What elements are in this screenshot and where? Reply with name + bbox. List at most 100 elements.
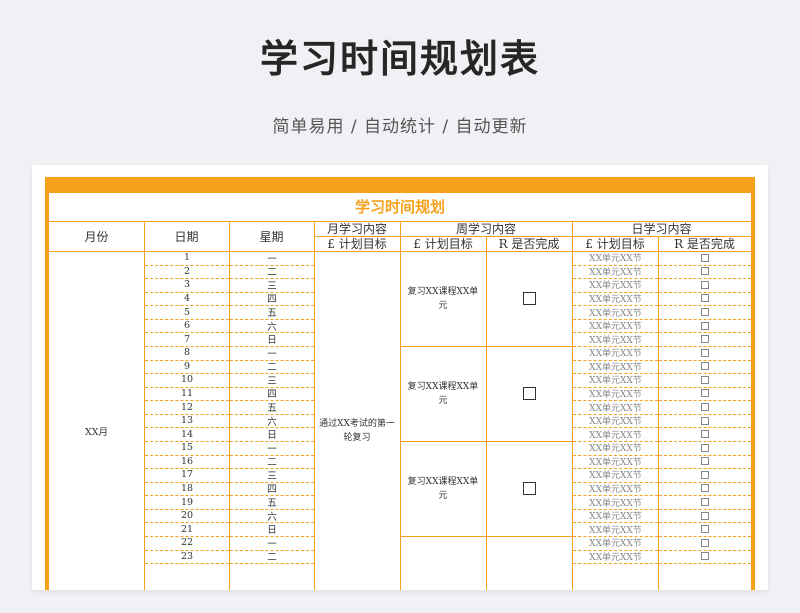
daily-done-cell[interactable]	[659, 455, 751, 469]
header-monthly-goal: £ 计划目标	[327, 237, 387, 251]
header-monthly: 月学习内容	[326, 222, 387, 236]
daily-goal-cell: XX单元XX节	[589, 322, 642, 333]
month-cell: XX月	[84, 427, 109, 438]
daily-done-cell[interactable]	[659, 414, 751, 428]
checkbox[interactable]	[701, 267, 709, 276]
header-daily: 日学习内容	[631, 222, 692, 236]
weekly-done-cell-2[interactable]	[486, 346, 572, 441]
date-cell: 16	[180, 455, 194, 467]
row-divider	[145, 563, 229, 565]
weekday-cell: 一	[267, 253, 277, 265]
checkbox[interactable]	[701, 321, 709, 330]
daily-done-cell[interactable]	[659, 441, 751, 455]
date-cell: 1	[183, 252, 191, 264]
date-cell: 15	[180, 442, 194, 454]
checkbox[interactable]	[701, 538, 709, 547]
daily-goal-cell: XX单元XX节	[589, 389, 642, 400]
checkbox[interactable]	[701, 362, 709, 371]
daily-goal-cell: XX单元XX节	[589, 552, 642, 563]
date-cell: 6	[183, 320, 191, 332]
sheet-title: 学习时间规划	[354, 198, 445, 216]
daily-goal-cell: XX单元XX节	[589, 376, 642, 387]
date-cell: 8	[183, 347, 191, 359]
daily-done-cell[interactable]	[659, 346, 751, 360]
checkbox[interactable]	[701, 470, 709, 479]
date-cell: 10	[180, 374, 194, 386]
checkbox[interactable]	[701, 280, 709, 289]
daily-goal-cell: XX单元XX节	[589, 539, 642, 550]
date-cell: 23	[180, 550, 194, 562]
daily-done-cell[interactable]	[659, 265, 751, 279]
weekday-cell: 四	[267, 389, 277, 401]
daily-goal-cell: XX单元XX节	[589, 281, 642, 292]
checkbox[interactable]	[701, 416, 709, 425]
checkbox[interactable]	[522, 387, 536, 400]
weekday-cell: 四	[267, 294, 277, 306]
checkbox[interactable]	[701, 484, 709, 493]
daily-done-cell[interactable]	[659, 400, 751, 414]
checkbox[interactable]	[701, 552, 709, 561]
daily-done-cell[interactable]	[659, 550, 751, 564]
checkbox[interactable]	[701, 253, 709, 262]
daily-done-cell[interactable]	[659, 332, 751, 346]
date-cell: 19	[180, 496, 194, 508]
daily-goal-cell: XX单元XX节	[589, 525, 642, 536]
weekday-cell: 日	[267, 430, 277, 442]
date-cell: 5	[183, 306, 191, 318]
daily-goal-cell: XX单元XX节	[589, 444, 642, 455]
weekly-done-cell-1[interactable]	[486, 251, 572, 346]
header-weekday: 星期	[259, 229, 284, 244]
weekday-cell: 六	[267, 321, 277, 333]
checkbox[interactable]	[701, 308, 709, 317]
daily-done-cell[interactable]	[659, 292, 751, 306]
daily-done-cell[interactable]	[659, 278, 751, 292]
weekly-done-cell-3[interactable]	[486, 441, 572, 536]
checkbox[interactable]	[701, 389, 709, 398]
daily-done-cell[interactable]	[659, 495, 751, 509]
daily-done-cell[interactable]	[659, 251, 751, 265]
weekday-cell: 一	[267, 348, 277, 360]
checkbox[interactable]	[701, 457, 709, 466]
checkbox[interactable]	[701, 335, 709, 344]
daily-done-cell[interactable]	[659, 387, 751, 401]
date-cell: 13	[180, 415, 194, 427]
daily-done-cell[interactable]	[659, 509, 751, 523]
checkbox[interactable]	[701, 294, 709, 303]
checkbox[interactable]	[701, 348, 709, 357]
daily-goal-cell: XX单元XX节	[589, 512, 642, 523]
daily-done-cell[interactable]	[659, 427, 751, 441]
header-date: 日期	[174, 229, 199, 244]
date-cell: 9	[183, 360, 191, 372]
checkbox[interactable]	[522, 292, 536, 305]
weekday-cell: 四	[267, 484, 277, 496]
daily-done-cell[interactable]	[659, 373, 751, 387]
checkbox[interactable]	[701, 443, 709, 452]
weekday-cell: 六	[267, 511, 277, 523]
header-daily-goal: £ 计划目标	[585, 237, 645, 251]
checkbox[interactable]	[701, 430, 709, 439]
weekday-cell: 五	[267, 498, 277, 510]
header-month: 月份	[84, 229, 109, 244]
checkbox[interactable]	[701, 525, 709, 534]
schedule-table: 月份 日期 星期 月学习内容 £ 计划目标 周学习内容 £ 计划目标 R 是否完…	[49, 221, 751, 590]
daily-goal-cell: XX单元XX节	[589, 335, 642, 346]
header-weekly-done: R 是否完成	[498, 237, 560, 251]
checkbox[interactable]	[701, 403, 709, 412]
daily-done-cell[interactable]	[659, 536, 751, 550]
daily-done-cell[interactable]	[659, 319, 751, 333]
date-cell: 21	[180, 523, 194, 535]
weekday-cell: 五	[267, 308, 277, 320]
daily-done-cell[interactable]	[659, 360, 751, 374]
weekday-cell: 一	[267, 538, 277, 550]
daily-done-cell[interactable]	[659, 522, 751, 536]
checkbox[interactable]	[701, 498, 709, 507]
daily-done-cell[interactable]	[659, 305, 751, 319]
daily-done-cell[interactable]	[659, 468, 751, 482]
checkbox[interactable]	[701, 375, 709, 384]
weekday-cell: 三	[267, 280, 277, 292]
date-cell: 3	[183, 279, 191, 291]
checkbox[interactable]	[522, 482, 536, 495]
daily-done-cell[interactable]	[659, 482, 751, 496]
daily-goal-cell: XX单元XX节	[589, 254, 642, 265]
checkbox[interactable]	[701, 511, 709, 520]
